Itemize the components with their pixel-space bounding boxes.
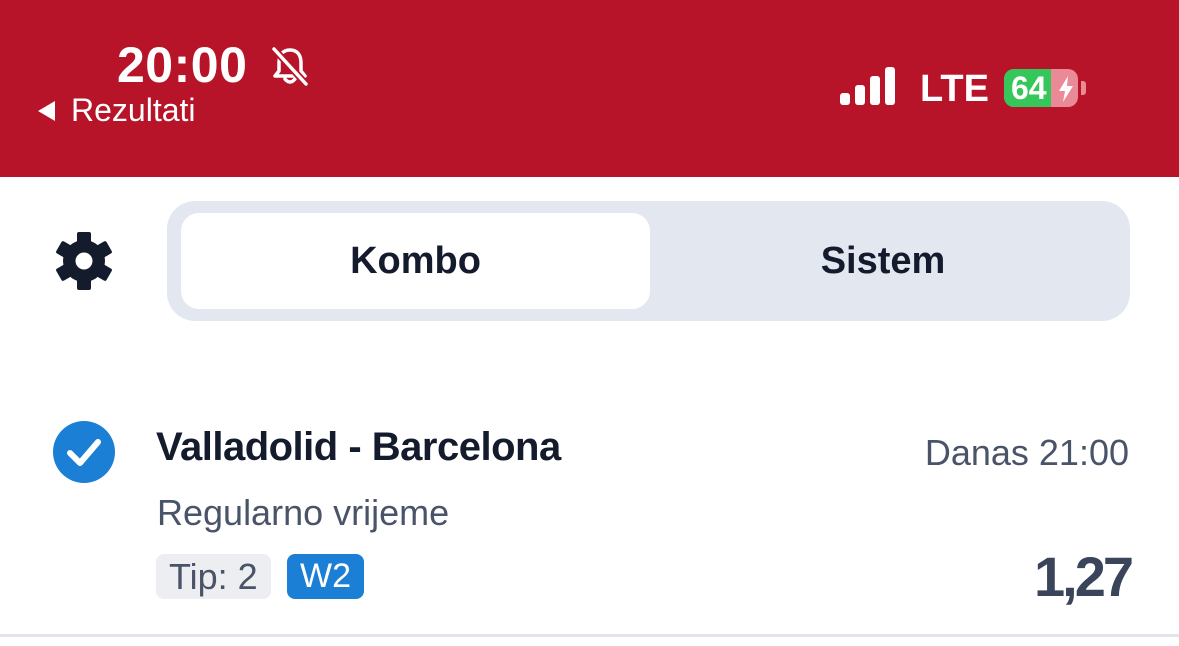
divider xyxy=(0,634,1179,637)
market-label: Regularno vrijeme xyxy=(157,492,450,533)
tab-kombo[interactable]: Kombo xyxy=(181,213,650,309)
odds-value: 1,27 xyxy=(1034,545,1134,608)
status-bar: 20:00 Rezultati LTE 64 xyxy=(0,0,1179,177)
back-to-rezultati-link[interactable]: Rezultati xyxy=(38,92,196,129)
battery-cap xyxy=(1081,81,1086,95)
bell-slash-icon xyxy=(271,46,309,87)
back-link-label: Rezultati xyxy=(71,92,196,128)
betslip-screen: 20:00 Rezultati LTE 64 Kombo Sistem Vall… xyxy=(0,0,1179,646)
match-datetime: Danas 21:00 xyxy=(924,432,1129,473)
gear-icon[interactable] xyxy=(53,230,115,292)
status-time: 20:00 xyxy=(117,37,248,93)
checkmark-circle-icon[interactable] xyxy=(52,420,116,484)
tip-label: Tip: 2 xyxy=(156,554,271,599)
network-type: LTE xyxy=(920,68,989,110)
bet-type-segmented-control: Kombo Sistem xyxy=(167,201,1130,321)
match-title: Valladolid - Barcelona xyxy=(156,425,561,469)
charging-bolt-icon xyxy=(1059,76,1073,102)
battery-level: 64 xyxy=(1011,70,1047,106)
back-arrow-icon xyxy=(38,100,55,121)
signal-bars-icon xyxy=(840,67,895,105)
tip-badge: W2 xyxy=(287,554,364,599)
battery-charging-icon: 64 xyxy=(1004,69,1078,107)
tab-sistem[interactable]: Sistem xyxy=(650,213,1116,309)
